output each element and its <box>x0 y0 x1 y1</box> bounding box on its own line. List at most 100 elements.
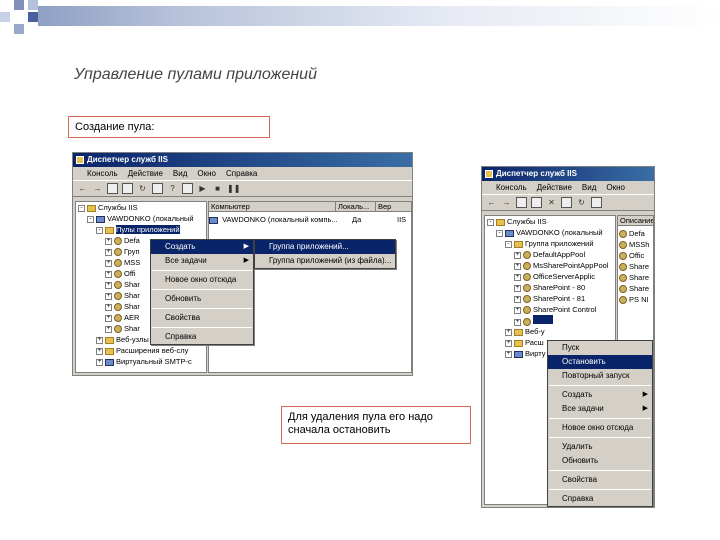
context-menu-item[interactable]: Создать ▶ <box>548 388 652 402</box>
tree-item[interactable]: - Группа приложений <box>485 238 615 249</box>
list-item[interactable]: VAWDONKO (локальный компь... Да IIS <box>209 214 411 225</box>
tree-item[interactable]: + SharePoint - 80 <box>485 282 615 293</box>
context-menu-item[interactable]: Группа приложений... <box>255 240 395 254</box>
list-item[interactable]: PS NI <box>619 294 649 305</box>
list-item[interactable]: MSSh <box>619 239 649 250</box>
delete-icon[interactable]: ✕ <box>546 197 557 208</box>
pause-icon[interactable]: ❚❚ <box>227 183 240 194</box>
column-header[interactable]: Локаль... <box>336 202 376 212</box>
menu-item[interactable]: Вид <box>173 169 187 178</box>
expand-icon[interactable]: + <box>96 347 103 355</box>
expand-icon[interactable]: + <box>105 237 112 245</box>
menu-item[interactable]: Справка <box>226 169 257 178</box>
menu-item[interactable]: Действие <box>128 169 163 178</box>
list-item[interactable]: Defa <box>619 228 645 239</box>
expand-icon[interactable]: + <box>96 358 103 366</box>
context-menu-item[interactable]: Обновить <box>151 292 253 306</box>
context-menu-item[interactable]: Обновить <box>548 454 652 468</box>
context-menu-item[interactable]: Остановить <box>548 355 652 369</box>
tree-item[interactable]: - VAWDONKO (локальный <box>76 213 206 224</box>
context-menu-item[interactable]: Новое окно отсюда <box>151 273 253 287</box>
menu-item[interactable]: Консоль <box>496 183 527 192</box>
tree-item[interactable]: + <box>485 315 615 327</box>
column-header[interactable]: Описание <box>618 216 653 226</box>
up-icon[interactable] <box>516 197 527 208</box>
tree-item[interactable]: + Виртуальный SMTP-с <box>76 356 206 367</box>
refresh-icon[interactable]: ↻ <box>576 197 587 208</box>
tree-item[interactable]: - Службы IIS <box>76 202 206 213</box>
up-icon[interactable] <box>107 183 118 194</box>
properties-icon[interactable] <box>561 197 572 208</box>
expand-icon[interactable]: + <box>514 251 521 259</box>
collapse-icon[interactable]: - <box>496 229 503 237</box>
tree-item[interactable]: + Веб-у <box>485 326 615 337</box>
help-icon[interactable]: ? <box>167 183 178 194</box>
context-menu-item[interactable]: Удалить <box>548 440 652 454</box>
back-arrow-icon[interactable]: ← <box>486 197 497 208</box>
expand-icon[interactable]: + <box>514 262 521 270</box>
expand-icon[interactable]: + <box>514 306 521 314</box>
expand-icon[interactable]: + <box>105 314 112 322</box>
expand-icon[interactable]: + <box>105 303 112 311</box>
expand-icon[interactable]: + <box>105 325 112 333</box>
back-arrow-icon[interactable]: ← <box>77 183 88 194</box>
expand-icon[interactable]: + <box>105 248 112 256</box>
forward-arrow-icon[interactable]: → <box>501 197 512 208</box>
list-item[interactable]: Share <box>619 283 649 294</box>
expand-icon[interactable]: + <box>105 270 112 278</box>
tree-item[interactable]: - VAWDONKO (локальный <box>485 227 615 238</box>
refresh-icon[interactable]: ↻ <box>137 183 148 194</box>
column-header[interactable]: Компьютер <box>209 202 336 212</box>
show-tree-icon[interactable] <box>122 183 133 194</box>
expand-icon[interactable]: + <box>514 284 521 292</box>
export-icon[interactable] <box>591 197 602 208</box>
expand-icon[interactable]: + <box>96 336 103 344</box>
title-bar[interactable]: Диспетчер служб IIS <box>482 167 654 181</box>
context-menu-item[interactable]: Справка <box>151 330 253 344</box>
list-item[interactable]: Share <box>619 261 649 272</box>
context-menu-item[interactable]: Все задачи ▶ <box>548 402 652 416</box>
context-menu-item[interactable]: Все задачи ▶ <box>151 254 253 268</box>
menu-item[interactable]: Окно <box>197 169 216 178</box>
tree-item[interactable]: - Службы IIS <box>485 216 615 227</box>
context-menu-item[interactable]: Пуск <box>548 341 652 355</box>
context-menu-item[interactable]: Повторный запуск <box>548 369 652 383</box>
collapse-icon[interactable]: - <box>505 240 512 248</box>
expand-icon[interactable]: + <box>514 273 521 281</box>
forward-arrow-icon[interactable]: → <box>92 183 103 194</box>
context-menu-item[interactable]: Свойства <box>151 311 253 325</box>
context-menu-item[interactable]: Создать ▶ <box>151 240 253 254</box>
context-menu-item[interactable]: Справка <box>548 492 652 506</box>
collapse-icon[interactable]: - <box>487 218 494 226</box>
expand-icon[interactable]: + <box>505 328 512 336</box>
collapse-icon[interactable]: - <box>87 215 94 223</box>
menu-item[interactable]: Консоль <box>87 169 118 178</box>
tree-item[interactable]: + DefaultAppPool <box>485 249 615 260</box>
column-header[interactable]: Вер <box>376 202 411 212</box>
list-item[interactable]: Share <box>619 272 649 283</box>
play-icon[interactable]: ▶ <box>197 183 208 194</box>
context-menu-item[interactable]: Свойства <box>548 473 652 487</box>
show-tree-icon[interactable] <box>531 197 542 208</box>
tree-item[interactable]: + SharePoint Control <box>485 304 615 315</box>
stop-icon[interactable]: ■ <box>212 183 223 194</box>
expand-icon[interactable]: + <box>514 295 521 303</box>
expand-icon[interactable]: + <box>105 292 112 300</box>
computer-icon[interactable] <box>182 183 193 194</box>
menu-item[interactable]: Вид <box>582 183 596 192</box>
expand-icon[interactable]: + <box>105 281 112 289</box>
export-icon[interactable] <box>152 183 163 194</box>
expand-icon[interactable]: + <box>505 339 512 347</box>
title-bar[interactable]: Диспетчер служб IIS <box>73 153 412 167</box>
context-menu-item[interactable]: Новое окно отсюда <box>548 421 652 435</box>
menu-item[interactable]: Действие <box>537 183 572 192</box>
tree-item[interactable]: + SharePoint - 81 <box>485 293 615 304</box>
list-item[interactable]: Offic <box>619 250 644 261</box>
menu-item[interactable]: Окно <box>606 183 625 192</box>
expand-icon[interactable]: + <box>514 318 521 326</box>
tree-item[interactable]: - Пулы приложений <box>76 224 206 235</box>
context-menu-item[interactable]: Группа приложений (из файла)... <box>255 254 395 268</box>
expand-icon[interactable]: + <box>105 259 112 267</box>
tree-item[interactable]: + Расширения веб-слу <box>76 345 206 356</box>
tree-item[interactable]: + MsSharePointAppPool <box>485 260 615 271</box>
